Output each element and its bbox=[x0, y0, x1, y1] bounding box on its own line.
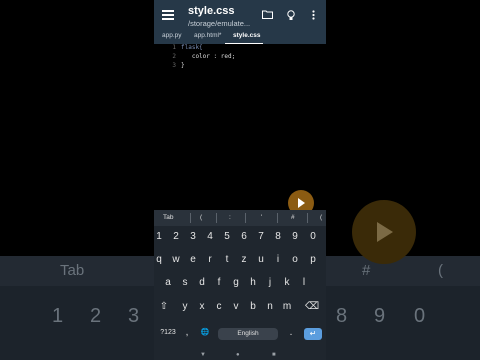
shift-key[interactable]: ⇧ bbox=[157, 301, 171, 312]
key[interactable]: r bbox=[203, 254, 217, 265]
divider bbox=[245, 213, 246, 223]
key[interactable]: c bbox=[212, 301, 226, 312]
key[interactable]: f bbox=[212, 277, 226, 288]
file-path: /storage/emulate... bbox=[188, 19, 251, 28]
key[interactable]: 6 bbox=[237, 231, 251, 242]
bg-tab-label: Tab bbox=[60, 262, 85, 279]
symbols-mode-key[interactable]: ?123 bbox=[158, 329, 178, 336]
symbol-key[interactable]: ' bbox=[261, 214, 262, 221]
key[interactable]: 1 bbox=[154, 231, 166, 242]
key[interactable]: z bbox=[237, 254, 251, 265]
key[interactable]: s bbox=[178, 277, 192, 288]
comma-key[interactable]: , bbox=[180, 327, 194, 338]
key[interactable]: h bbox=[246, 277, 260, 288]
line-number: 1 bbox=[172, 44, 176, 51]
enter-key[interactable]: ↵ bbox=[304, 328, 322, 340]
code-editor[interactable]: 1 flask{ 2 color : red; 3 } bbox=[154, 44, 326, 210]
key[interactable]: d bbox=[195, 277, 209, 288]
more-vert-icon[interactable] bbox=[312, 10, 315, 23]
key[interactable]: o bbox=[288, 254, 302, 265]
folder-icon[interactable] bbox=[262, 10, 273, 22]
key[interactable]: l bbox=[297, 277, 311, 288]
key[interactable]: w bbox=[169, 254, 183, 265]
system-nav-bar: ▼ ● ■ bbox=[154, 350, 326, 360]
period-key[interactable]: . bbox=[284, 327, 298, 338]
tab-app-html[interactable]: app.html* bbox=[194, 32, 221, 39]
bg-digit: 2 bbox=[90, 305, 102, 327]
key[interactable]: e bbox=[186, 254, 200, 265]
file-tabs: app.py app.html* style.css bbox=[154, 28, 326, 44]
bg-digit: 3 bbox=[128, 305, 140, 327]
key[interactable]: 8 bbox=[271, 231, 285, 242]
tab-app-py[interactable]: app.py bbox=[162, 32, 182, 39]
bg-digit: 8 bbox=[336, 305, 348, 327]
key[interactable]: m bbox=[280, 301, 294, 312]
bg-paren: ( bbox=[438, 262, 443, 279]
line-number: 2 bbox=[172, 53, 176, 60]
key[interactable]: 5 bbox=[220, 231, 234, 242]
symbol-key[interactable]: ( bbox=[200, 214, 202, 221]
key[interactable]: g bbox=[229, 277, 243, 288]
nav-back-icon[interactable]: ▼ bbox=[200, 352, 206, 358]
space-key[interactable]: English bbox=[218, 328, 278, 340]
bg-hash: # bbox=[362, 262, 371, 279]
symbol-key[interactable]: : bbox=[229, 214, 231, 221]
backspace-key[interactable]: ⌫ bbox=[305, 301, 319, 312]
menu-icon[interactable] bbox=[162, 10, 174, 20]
key[interactable]: b bbox=[246, 301, 260, 312]
symbol-key[interactable]: # bbox=[291, 214, 295, 221]
key[interactable]: a bbox=[161, 277, 175, 288]
key[interactable]: q bbox=[154, 254, 166, 265]
phone-screen: style.css /storage/emulate... app.py app… bbox=[154, 0, 326, 360]
play-icon bbox=[298, 198, 305, 208]
line-number: 3 bbox=[172, 62, 176, 69]
bg-digit: 0 bbox=[414, 305, 426, 327]
key[interactable]: p bbox=[306, 254, 320, 265]
soft-keyboard: 1 2 3 4 5 6 7 8 9 0 q w e r t z u i o p … bbox=[154, 226, 326, 360]
lightbulb-icon[interactable] bbox=[287, 10, 295, 24]
key[interactable]: 9 bbox=[288, 231, 302, 242]
nav-home-icon[interactable]: ● bbox=[236, 352, 240, 358]
bg-digit: 9 bbox=[374, 305, 386, 327]
divider bbox=[216, 213, 217, 223]
key[interactable]: 0 bbox=[306, 231, 320, 242]
key[interactable]: x bbox=[195, 301, 209, 312]
symbol-bar: Tab ( : ' # ( bbox=[154, 210, 326, 226]
key[interactable]: j bbox=[263, 277, 277, 288]
key[interactable]: i bbox=[271, 254, 285, 265]
key[interactable]: t bbox=[220, 254, 234, 265]
key[interactable]: k bbox=[280, 277, 294, 288]
key[interactable]: 7 bbox=[254, 231, 268, 242]
divider bbox=[190, 213, 191, 223]
symbol-key[interactable]: ( bbox=[320, 214, 322, 221]
key[interactable]: u bbox=[254, 254, 268, 265]
bg-play-icon bbox=[352, 200, 416, 264]
key[interactable]: n bbox=[263, 301, 277, 312]
key[interactable]: 2 bbox=[169, 231, 183, 242]
code-text: } bbox=[181, 62, 185, 69]
key[interactable]: v bbox=[229, 301, 243, 312]
tab-style-css[interactable]: style.css bbox=[233, 32, 260, 39]
file-title: style.css bbox=[188, 5, 235, 17]
divider bbox=[307, 213, 308, 223]
key[interactable]: 3 bbox=[186, 231, 200, 242]
code-text: color : red; bbox=[181, 53, 236, 60]
key[interactable]: y bbox=[178, 301, 192, 312]
bg-digit: 1 bbox=[52, 305, 64, 327]
key[interactable]: 4 bbox=[203, 231, 217, 242]
nav-recents-icon[interactable]: ■ bbox=[272, 352, 276, 358]
globe-icon[interactable]: 🌐 bbox=[198, 328, 212, 336]
symbol-key[interactable]: Tab bbox=[163, 214, 173, 221]
code-text: flask{ bbox=[181, 44, 203, 51]
divider bbox=[277, 213, 278, 223]
